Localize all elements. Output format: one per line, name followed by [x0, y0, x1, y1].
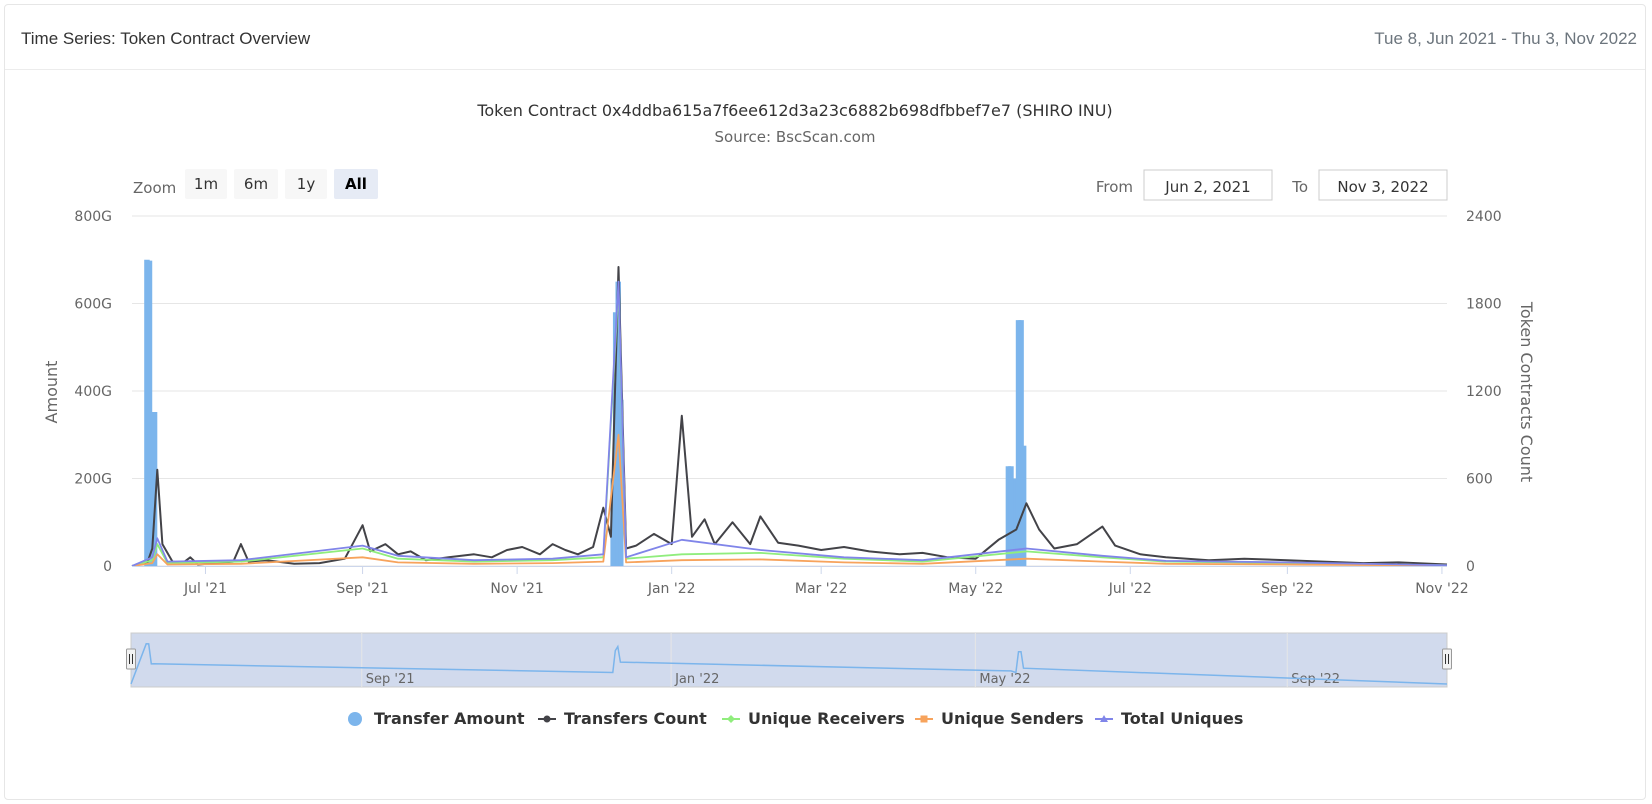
y-right-ticks: 0 600 1200 1800 2400: [1466, 209, 1502, 575]
chart-title: Token Contract 0x4ddba615a7f6ee612d3a23c…: [476, 101, 1112, 120]
legend-label: Unique Receivers: [748, 709, 905, 728]
x-tick-label: Nov '21: [490, 581, 543, 597]
y-left-axis-label: Amount: [42, 361, 61, 424]
y-right-tick-label: 600: [1466, 472, 1493, 488]
zoom-button-1y[interactable]: 1y: [285, 169, 327, 199]
y-left-tick-label: 800G: [74, 209, 112, 225]
from-date-input[interactable]: Jun 2, 2021: [1143, 169, 1273, 201]
total-uniques-line: [131, 280, 1448, 567]
to-date-input[interactable]: Nov 3, 2022: [1318, 169, 1448, 201]
to-date-value: Nov 3, 2022: [1337, 178, 1428, 196]
transfers-count-line: [131, 266, 1448, 567]
legend-label: Total Uniques: [1121, 709, 1243, 728]
legend-item-unique-receivers[interactable]: Unique Receivers: [722, 709, 905, 728]
chart-subtitle: Source: BscScan.com: [715, 128, 876, 146]
x-tick-label: May '22: [948, 581, 1003, 597]
x-tick-label: Sep '21: [336, 581, 389, 597]
zoom-button-6m[interactable]: 6m: [234, 169, 278, 199]
legend-item-transfers-count[interactable]: Transfers Count: [538, 709, 707, 728]
grid-lines: [132, 215, 1447, 567]
x-tick-label: Jan '22: [647, 581, 696, 597]
zoom-button-label: All: [345, 175, 367, 193]
legend-label: Unique Senders: [941, 709, 1084, 728]
chart-svg: Token Contract 0x4ddba615a7f6ee612d3a23c…: [42, 101, 1536, 728]
x-tick-label: Jul '21: [183, 581, 227, 597]
zoom-button-all[interactable]: All: [334, 169, 378, 199]
legend-marker: [727, 715, 735, 723]
navigator-tick-label: Jan '22: [674, 672, 719, 687]
x-tick-label: Jul '22: [1108, 581, 1152, 597]
y-left-ticks: 0 200G 400G 600G 800G: [74, 209, 112, 575]
x-tick-label: Nov '22: [1415, 581, 1468, 597]
unique-receivers-line: [131, 288, 1448, 567]
handle-body: [1442, 648, 1452, 670]
legend-symbol: [348, 712, 362, 726]
zoom-buttons: 1m 6m 1y All: [185, 169, 378, 199]
x-tick-label: Sep '22: [1261, 581, 1314, 597]
legend: Transfer Amount Transfers Count Unique Rec…: [348, 709, 1243, 728]
zoom-button-label: 1m: [194, 175, 218, 193]
unique-senders-line: [131, 433, 1448, 567]
legend-label: Transfers Count: [564, 709, 707, 728]
legend-label: Transfer Amount: [374, 709, 525, 728]
transfer-amount-bars: [144, 259, 1027, 566]
x-axis-ticks: Jul '21 Sep '21 Nov '21 Jan '22 Mar '22 May '…: [132, 566, 1469, 597]
y-right-tick-label: 0: [1466, 559, 1475, 575]
y-left-tick-label: 0: [103, 559, 112, 575]
navigator-selection: [130, 632, 1448, 688]
zoom-button-1m[interactable]: 1m: [185, 169, 227, 199]
y-left-tick-label: 600G: [74, 297, 112, 313]
zoom-label: Zoom: [133, 179, 176, 197]
y-right-axis-label: Token Contracts Count: [1517, 301, 1536, 482]
legend-item-total-uniques[interactable]: Total Uniques: [1095, 709, 1243, 728]
legend-item-unique-senders[interactable]: Unique Senders: [915, 709, 1084, 728]
from-date-value: Jun 2, 2021: [1164, 178, 1250, 196]
series-lines: [131, 266, 1448, 567]
y-left-tick-label: 200G: [74, 472, 112, 488]
navigator[interactable]: Sep '21 Jan '22 May '22 Sep '22: [126, 632, 1452, 688]
navigator-tick-label: Sep '21: [366, 672, 415, 687]
y-right-tick-label: 2400: [1466, 209, 1502, 225]
y-right-tick-label: 1200: [1466, 384, 1502, 400]
to-label: To: [1291, 178, 1308, 196]
zoom-button-label: 1y: [297, 175, 316, 193]
x-tick-label: Mar '22: [795, 581, 848, 597]
legend-marker: [543, 715, 551, 723]
navigator-left-handle[interactable]: [126, 648, 136, 670]
legend-item-transfer-amount[interactable]: Transfer Amount: [348, 709, 525, 728]
navigator-tick-label: May '22: [979, 672, 1030, 687]
legend-marker: [920, 715, 928, 723]
navigator-right-handle[interactable]: [1442, 648, 1452, 670]
handle-body: [126, 648, 136, 670]
zoom-button-label: 6m: [244, 175, 268, 193]
y-right-tick-label: 1800: [1466, 297, 1502, 313]
from-label: From: [1096, 178, 1133, 196]
y-left-tick-label: 400G: [74, 384, 112, 400]
